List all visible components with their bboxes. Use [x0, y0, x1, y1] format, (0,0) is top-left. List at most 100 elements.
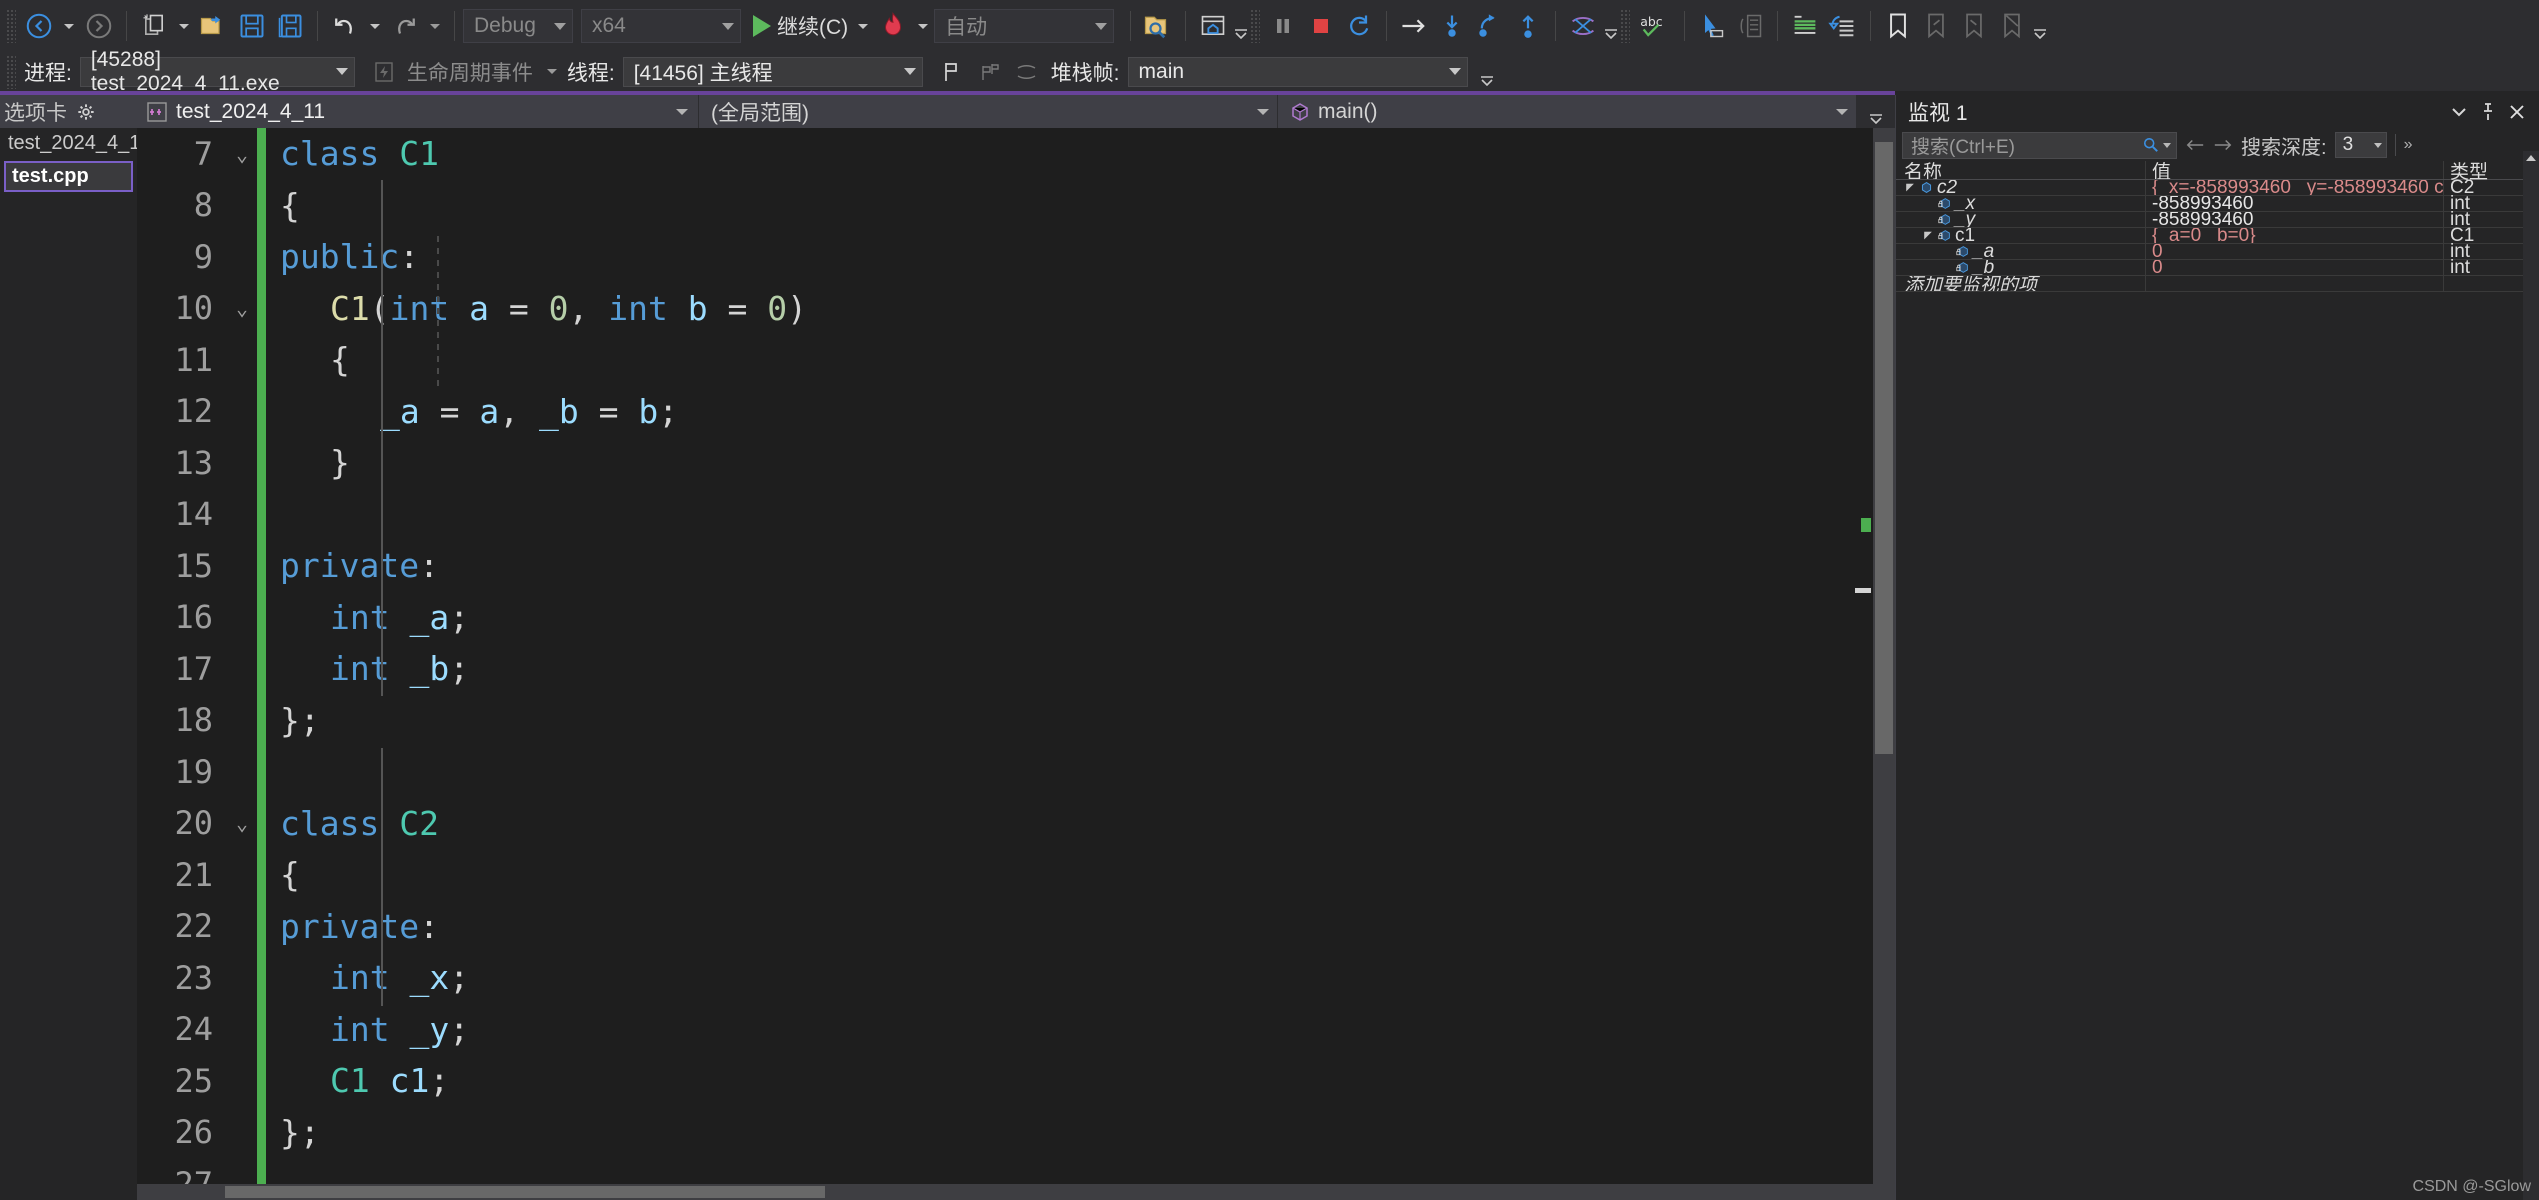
code-text[interactable]: int _y; — [266, 1010, 469, 1049]
code-text[interactable]: C1 c1; — [266, 1061, 449, 1100]
watch-row-value[interactable]: {_x=-858993460 _y=-858993460 c... — [2146, 180, 2444, 195]
debug-target-select[interactable]: 自动 — [934, 9, 1115, 43]
code-text[interactable]: int _x; — [266, 958, 469, 997]
new-item-button[interactable] — [135, 7, 173, 45]
arrow-right-icon[interactable] — [2213, 138, 2233, 152]
threads-view-button[interactable] — [1564, 7, 1602, 45]
open-file-button[interactable] — [195, 7, 233, 45]
hot-reload-dropdown-icon[interactable] — [918, 23, 929, 29]
watch-row[interactable]: _b 0 int — [1896, 257, 2539, 278]
process-select[interactable]: [45288] test_2024_4_11.exe — [79, 48, 355, 95]
code-line[interactable]: 26}; — [137, 1106, 1877, 1158]
code-lines[interactable]: 7 ⌄ class C1 8{9 public: 10 ⌄ C1(int a = 0, int… — [137, 128, 1877, 1200]
watch-row-value[interactable]: -858993460 — [2146, 212, 2444, 227]
editor-tab-test-cpp[interactable]: test_2024_4_11 — [137, 95, 699, 128]
window-home-button[interactable] — [1194, 7, 1232, 45]
find-in-files-button[interactable] — [1139, 7, 1177, 45]
step-out-button[interactable] — [1509, 7, 1547, 45]
code-editor[interactable]: 7 ⌄ class C1 8{9 public: 10 ⌄ C1(int a = 0, int… — [137, 128, 1895, 1200]
spell-check-button[interactable]: abc — [1634, 7, 1676, 45]
watch-row-name-cell[interactable]: ◢ c2 — [1896, 180, 2146, 195]
code-line[interactable]: 23 int _x; — [137, 952, 1877, 1004]
navigate-backward-button[interactable] — [20, 7, 58, 45]
next-bookmark-button[interactable] — [1955, 7, 1993, 45]
code-text[interactable]: int _a; — [266, 598, 469, 637]
clear-bookmarks-button[interactable] — [1993, 7, 2031, 45]
column-header-name[interactable]: 名称 — [1896, 161, 2146, 179]
code-text[interactable]: { — [266, 186, 300, 225]
search-options-dropdown-icon[interactable] — [2163, 142, 2171, 148]
pin-icon[interactable] — [2481, 103, 2495, 121]
step-into-button[interactable] — [1433, 7, 1471, 45]
search-input[interactable]: 搜索(Ctrl+E) — [1902, 131, 2177, 159]
sidebar-item[interactable]: test.cpp — [4, 161, 133, 192]
uncomment-lines-button[interactable] — [1824, 7, 1862, 45]
search-icon[interactable] — [2143, 137, 2159, 153]
code-text[interactable]: _a = a, _b = b; — [266, 392, 678, 431]
code-text[interactable]: }; — [266, 701, 320, 740]
hot-reload-button[interactable] — [874, 7, 912, 45]
watch-row[interactable]: _a 0 int — [1896, 241, 2539, 262]
thread-select[interactable]: [41456] 主线程 — [622, 56, 923, 87]
save-all-button[interactable] — [271, 7, 309, 45]
gear-icon[interactable] — [77, 103, 95, 121]
code-line[interactable]: 20 ⌄ class C2 — [137, 797, 1877, 849]
tabs-header[interactable]: 选项卡 — [0, 95, 137, 128]
debugbar-grip[interactable] — [6, 54, 16, 89]
chevron-down-icon[interactable] — [2451, 107, 2467, 117]
restart-button[interactable] — [1340, 7, 1378, 45]
pause-button[interactable] — [1264, 7, 1302, 45]
scope-select[interactable]: (全局范围) — [699, 95, 1278, 128]
fold-collapse-icon[interactable]: ⌄ — [227, 811, 257, 835]
continue-dropdown-icon[interactable] — [858, 23, 869, 29]
toggle-bookmark-button[interactable] — [1879, 7, 1917, 45]
tab-dropdown-icon[interactable] — [676, 108, 688, 115]
code-line[interactable]: 24 int _y; — [137, 1003, 1877, 1055]
show-next-statement-button[interactable] — [1395, 7, 1433, 45]
code-text[interactable]: private: — [266, 546, 439, 585]
step-over-button[interactable] — [1471, 7, 1509, 45]
code-line[interactable]: 7 ⌄ class C1 — [137, 128, 1877, 180]
undo-button[interactable] — [326, 7, 364, 45]
code-text[interactable]: { — [266, 340, 350, 379]
watch-row-name-cell[interactable]: ◢ c1 — [1896, 228, 2146, 243]
arrow-left-icon[interactable] — [2185, 138, 2205, 152]
code-line[interactable]: 13} — [137, 437, 1877, 489]
watch-row-name-cell[interactable]: _b — [1896, 260, 2146, 275]
code-text[interactable]: } — [266, 443, 350, 482]
indent-block-button[interactable] — [1731, 7, 1769, 45]
toolbar-grip[interactable] — [1620, 9, 1631, 43]
code-line[interactable]: 18}; — [137, 694, 1877, 746]
watch-add-row[interactable]: 添加要监视的项 — [1896, 276, 2539, 292]
watch-row-name-cell[interactable]: _a — [1896, 244, 2146, 259]
toolbar-grip[interactable] — [1250, 9, 1261, 43]
watch-add-value-cell[interactable] — [2146, 276, 2444, 291]
code-text[interactable]: class C2 — [266, 804, 439, 843]
watch-row[interactable]: ◢ c2 {_x=-858993460 _y=-858993460 c... C2 — [1896, 177, 2539, 198]
stop-button[interactable] — [1302, 7, 1340, 45]
close-icon[interactable] — [2509, 104, 2525, 120]
scrollbar-thumb[interactable] — [225, 1186, 825, 1198]
code-line[interactable]: 25 C1 c1; — [137, 1055, 1877, 1107]
bookmark-overflow-icon[interactable] — [2031, 9, 2049, 43]
code-line[interactable]: 10 ⌄ C1(int a = 0, int b = 0) — [137, 282, 1877, 334]
window-home-dropdown-icon[interactable] — [1232, 9, 1250, 43]
pointer-select-button[interactable] — [1693, 7, 1731, 45]
redo-dropdown-icon[interactable] — [430, 23, 440, 29]
expander-collapse-icon[interactable]: ◢ — [1922, 230, 1934, 241]
sidebar-item[interactable]: test_2024_4_11 — [0, 128, 150, 159]
scrollbar-thumb[interactable] — [1875, 142, 1893, 754]
lifecycle-events-icon[interactable] — [365, 53, 403, 91]
flag-all-threads-icon[interactable] — [971, 53, 1009, 91]
continue-button[interactable]: 继续(C) — [749, 7, 852, 45]
code-line[interactable]: 12 _a = a, _b = b; — [137, 385, 1877, 437]
watch-vertical-scrollbar[interactable] — [2523, 151, 2539, 1200]
previous-bookmark-button[interactable] — [1917, 7, 1955, 45]
navigate-forward-button[interactable] — [80, 7, 118, 45]
redo-button[interactable] — [386, 7, 424, 45]
navbar-overflow-icon[interactable] — [1857, 95, 1895, 128]
fold-collapse-icon[interactable]: ⌄ — [227, 296, 257, 320]
solution-platform-select[interactable]: x64 — [581, 9, 741, 43]
code-line[interactable]: 15 private: — [137, 540, 1877, 592]
save-button[interactable] — [233, 7, 271, 45]
